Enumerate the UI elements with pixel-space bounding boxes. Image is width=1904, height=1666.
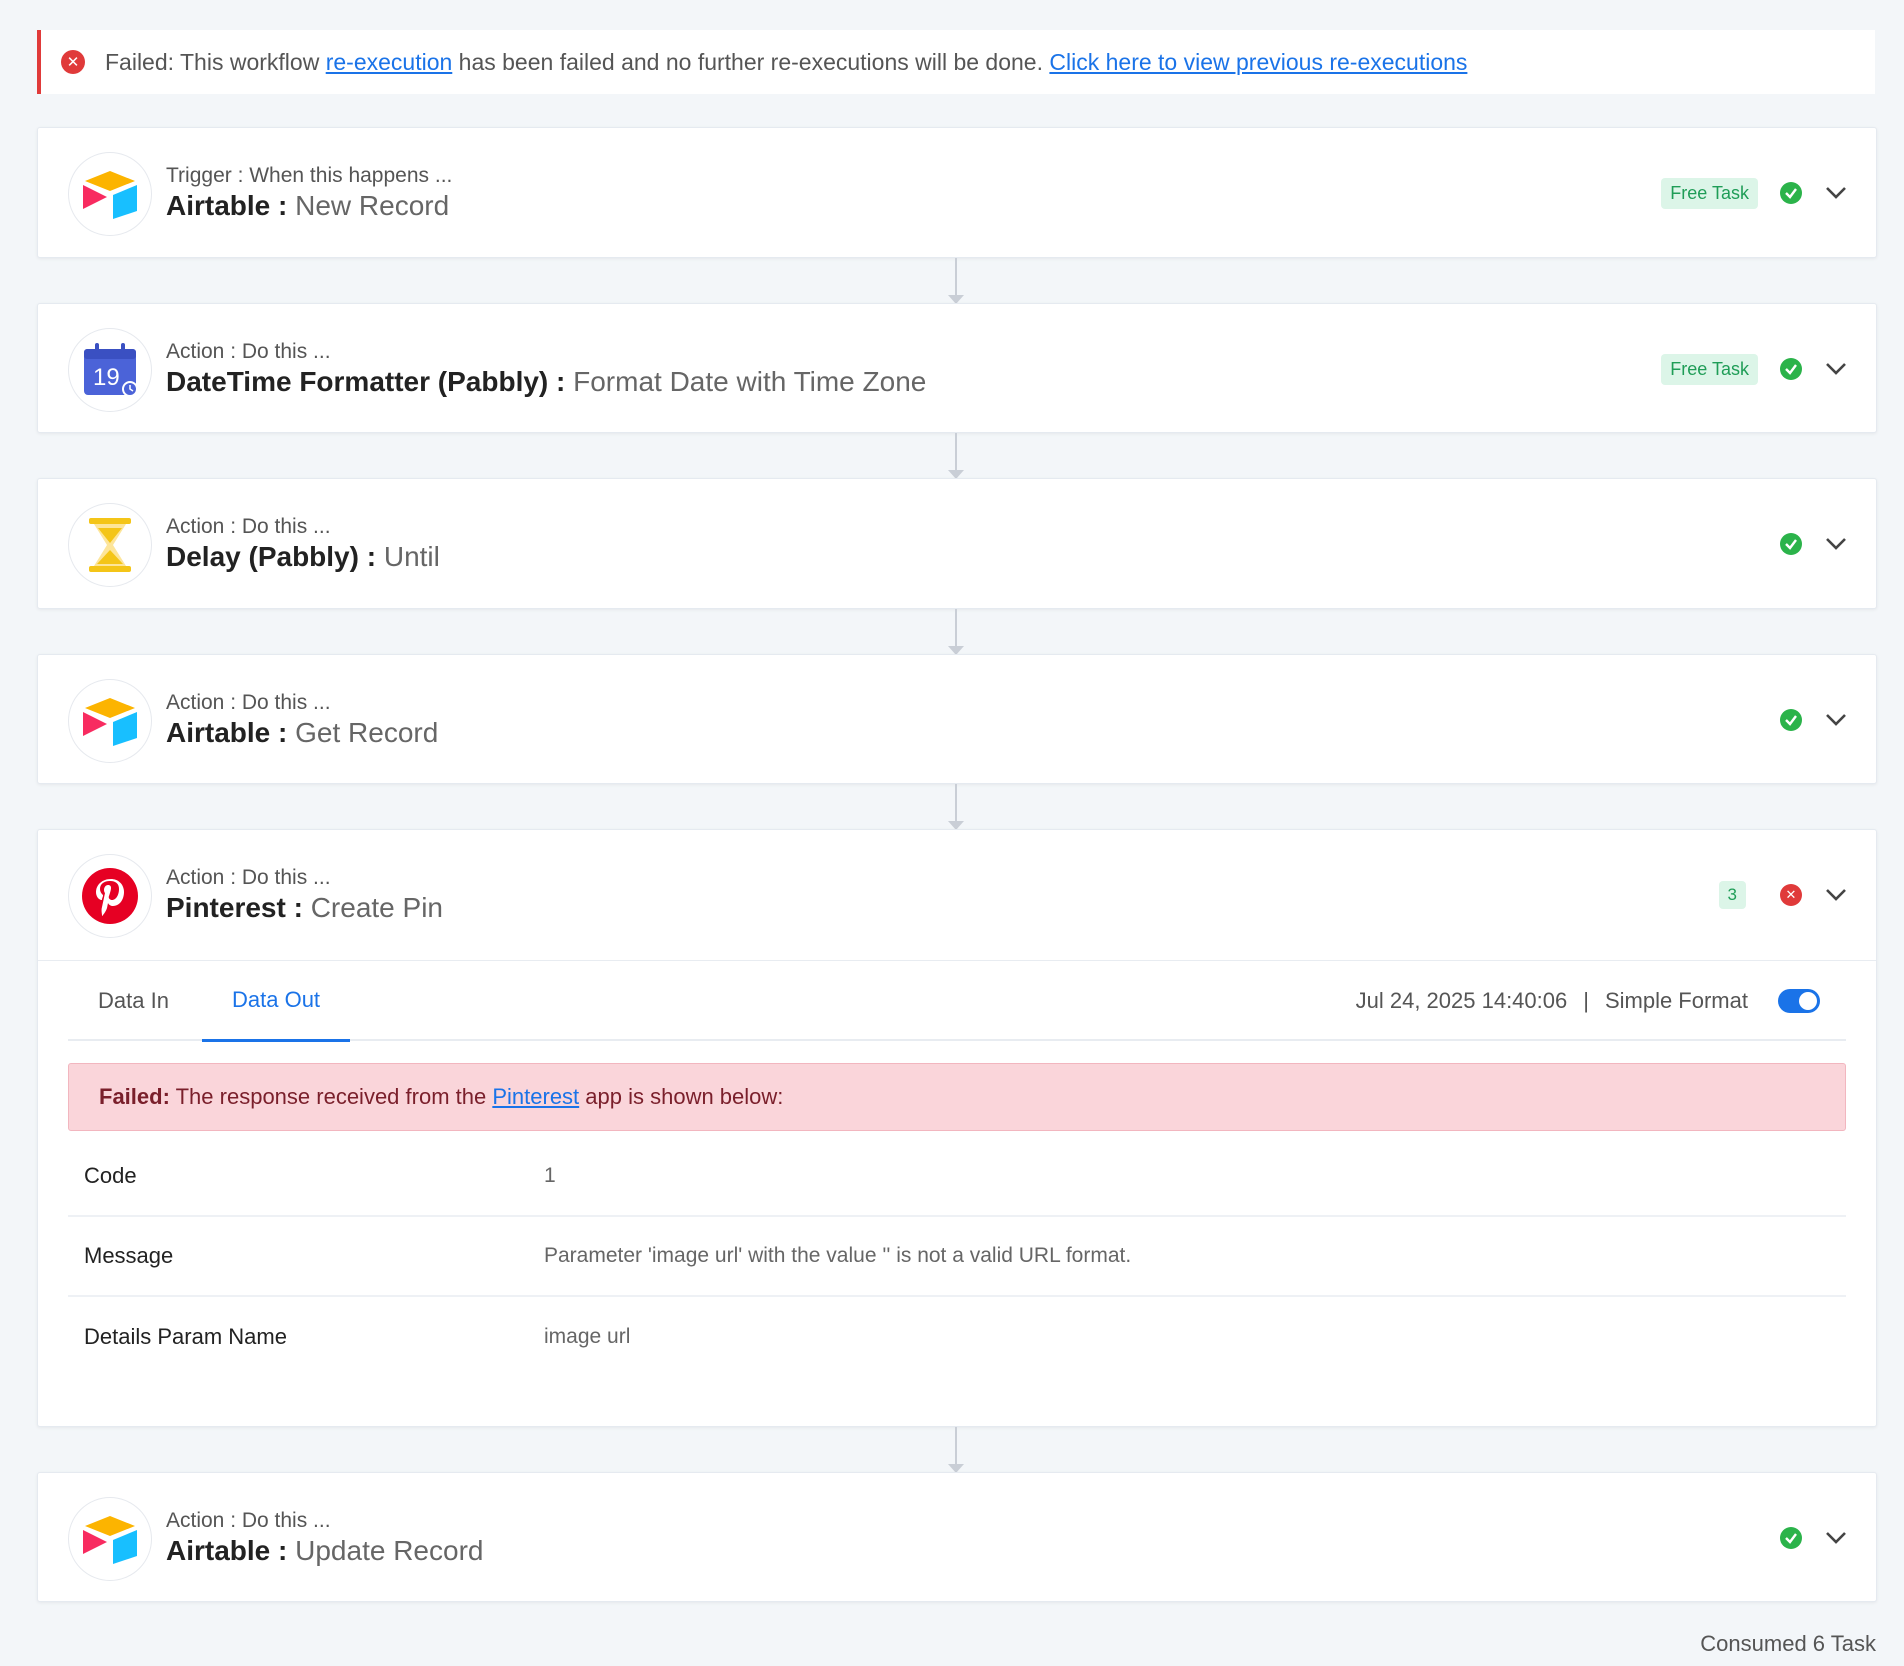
execution-timestamp: Jul 24, 2025 14:40:06 xyxy=(1355,988,1568,1013)
step-app-name: Airtable : xyxy=(166,717,296,748)
meta-separator: | xyxy=(1583,988,1589,1013)
free-task-badge: Free Task xyxy=(1661,353,1758,385)
step-connector xyxy=(948,784,964,830)
success-check-icon xyxy=(1780,182,1802,204)
failure-label: Failed: xyxy=(99,1084,170,1109)
response-key: Code xyxy=(84,1163,137,1188)
step-type-label: Action : Do this ... xyxy=(166,515,331,538)
chevron-down-icon[interactable] xyxy=(1824,708,1848,732)
error-x-icon: ✕ xyxy=(1780,884,1802,906)
step-event-name: Create Pin xyxy=(310,892,443,923)
step-app-name: Airtable : xyxy=(166,190,296,221)
step-title: Delay (Pabbly) : Until xyxy=(166,541,440,573)
pinterest-icon xyxy=(68,854,152,938)
airtable-icon xyxy=(68,679,152,763)
step-type-label: Action : Do this ... xyxy=(166,866,331,889)
success-check-icon xyxy=(1780,709,1802,731)
step-card-delay[interactable]: Action : Do this ... Delay (Pabbly) : Un… xyxy=(37,478,1877,609)
step-connector xyxy=(948,433,964,479)
airtable-icon xyxy=(68,1497,152,1581)
calendar-icon: 19 xyxy=(68,328,152,412)
step-title: Pinterest : Create Pin xyxy=(166,892,443,924)
failure-text-2: app is shown below: xyxy=(579,1084,784,1109)
step-app-name: DateTime Formatter (Pabbly) : xyxy=(166,366,574,397)
response-key: Message xyxy=(84,1243,174,1268)
step-type-label: Action : Do this ... xyxy=(166,340,331,363)
retry-count-badge: 3 xyxy=(1718,881,1746,909)
free-task-badge: Free Task xyxy=(1661,177,1758,209)
step-card-datetime-formatter[interactable]: 19 Action : Do this ... DateTime Formatt… xyxy=(37,303,1877,433)
step-card-trigger[interactable]: Trigger : When this happens ... Airtable… xyxy=(37,127,1877,258)
failure-text-1: The response received from the xyxy=(169,1084,493,1109)
svg-text:19: 19 xyxy=(93,364,120,391)
response-table: Code 1 Message Parameter 'image url' wit… xyxy=(68,1137,1846,1377)
airtable-icon xyxy=(68,152,152,236)
step-connector xyxy=(948,1427,964,1473)
chevron-down-icon[interactable] xyxy=(1824,181,1848,205)
view-previous-re-executions-link[interactable]: Click here to view previous re-execution… xyxy=(1049,49,1467,76)
step-type-label: Trigger : When this happens ... xyxy=(166,164,453,187)
step-app-name: Delay (Pabbly) : xyxy=(166,541,384,572)
tab-data-out[interactable]: Data Out xyxy=(202,961,351,1042)
chevron-down-icon[interactable] xyxy=(1824,357,1848,381)
step-card-airtable-update-record[interactable]: Action : Do this ... Airtable : Update R… xyxy=(37,1472,1877,1602)
simple-format-label: Simple Format xyxy=(1604,988,1748,1013)
step-title: DateTime Formatter (Pabbly) : Format Dat… xyxy=(166,366,926,398)
alert-prefix: Failed: This workflow xyxy=(105,48,326,75)
chevron-down-icon[interactable] xyxy=(1824,883,1848,907)
step-event-name: Format Date with Time Zone xyxy=(573,366,927,397)
table-row: Details Param Name image url xyxy=(68,1297,1846,1377)
success-check-icon xyxy=(1780,358,1802,380)
step-event-name: Until xyxy=(383,541,440,572)
step-event-name: Get Record xyxy=(295,717,439,748)
step-title: Airtable : New Record xyxy=(166,190,449,222)
step-connector xyxy=(948,258,964,304)
success-check-icon xyxy=(1780,533,1802,555)
simple-format-toggle[interactable] xyxy=(1778,989,1820,1013)
table-row: Message Parameter 'image url' with the v… xyxy=(68,1217,1846,1297)
step-app-name: Pinterest : xyxy=(166,892,311,923)
response-value: Parameter 'image url' with the value '' … xyxy=(544,1244,1132,1267)
step-event-name: Update Record xyxy=(295,1535,484,1566)
step-title: Airtable : Update Record xyxy=(166,1535,483,1567)
table-row: Code 1 xyxy=(68,1137,1846,1217)
step-card-airtable-get-record[interactable]: Action : Do this ... Airtable : Get Reco… xyxy=(37,654,1877,784)
step-title: Airtable : Get Record xyxy=(166,717,438,749)
step-detail-panel: Data In Data Out Jul 24, 2025 14:40:06 |… xyxy=(38,960,1876,1377)
failure-alert-banner: ✕ Failed: This workflow re-execution has… xyxy=(37,30,1875,94)
step-card-pinterest-create-pin[interactable]: Action : Do this ... Pinterest : Create … xyxy=(37,829,1877,1427)
response-key: Details Param Name xyxy=(84,1324,287,1349)
chevron-down-icon[interactable] xyxy=(1824,532,1848,556)
failure-response-box: Failed: The response received from the P… xyxy=(68,1063,1846,1131)
step-connector xyxy=(948,609,964,655)
response-value: 1 xyxy=(544,1164,556,1187)
pinterest-app-link[interactable]: Pinterest xyxy=(492,1084,579,1110)
data-tabs: Data In Data Out Jul 24, 2025 14:40:06 |… xyxy=(68,961,1846,1042)
step-event-name: New Record xyxy=(295,190,450,221)
tab-meta: Jul 24, 2025 14:40:06 | Simple Format xyxy=(1356,961,1820,1041)
consumed-tasks-label: Consumed 6 Task xyxy=(1700,1631,1876,1656)
hourglass-icon xyxy=(68,503,152,587)
step-type-label: Action : Do this ... xyxy=(166,1509,331,1532)
step-type-label: Action : Do this ... xyxy=(166,691,331,714)
chevron-down-icon[interactable] xyxy=(1824,1526,1848,1550)
re-execution-link[interactable]: re-execution xyxy=(326,49,453,76)
error-icon: ✕ xyxy=(61,50,85,74)
alert-middle: has been failed and no further re-execut… xyxy=(452,48,1050,75)
tab-data-in[interactable]: Data In xyxy=(68,961,199,1041)
response-value: image url xyxy=(544,1325,631,1348)
step-app-name: Airtable : xyxy=(166,1535,296,1566)
success-check-icon xyxy=(1780,1527,1802,1549)
